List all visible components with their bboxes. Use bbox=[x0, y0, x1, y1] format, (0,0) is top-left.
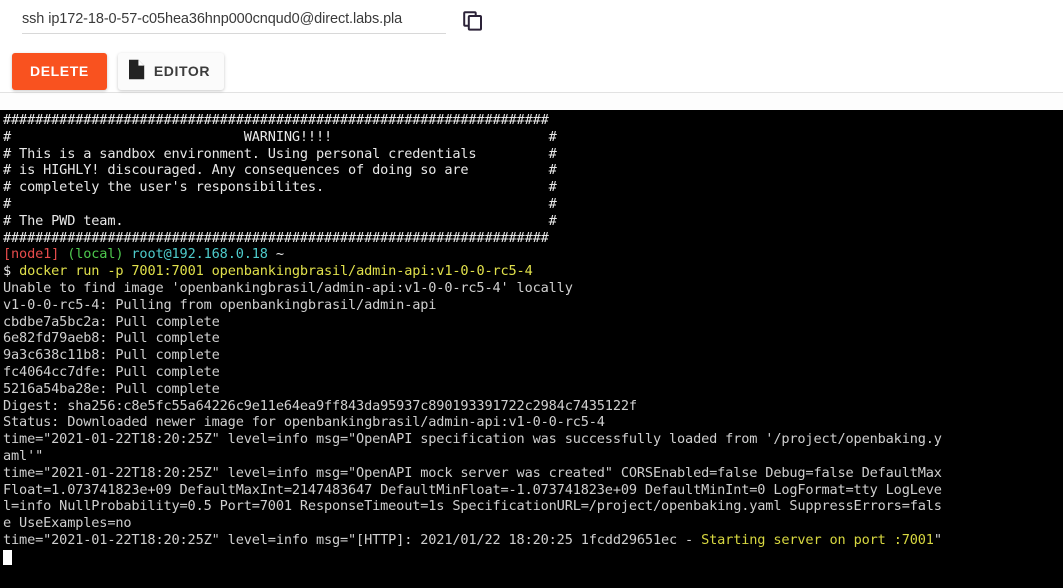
http-log-line: time="2021-01-22T18:20:25Z" level=info m… bbox=[1, 532, 1063, 549]
editor-button[interactable]: EDITOR bbox=[117, 52, 225, 90]
output-line: 5216a54ba28e: Pull complete bbox=[3, 380, 220, 397]
command-space bbox=[11, 263, 19, 279]
banner-line: # # bbox=[3, 195, 557, 212]
shell-prompt-line: [node1] (local) root@192.168.0.18 ~ bbox=[1, 246, 1063, 263]
copy-ssh-button[interactable] bbox=[460, 9, 486, 35]
page-root: DELETE EDITOR ##########################… bbox=[0, 0, 1063, 588]
panel-gap bbox=[0, 93, 1063, 110]
http-log-highlight: Starting server on port :7001 bbox=[701, 531, 934, 548]
prompt-space-3 bbox=[268, 246, 276, 262]
terminal-cursor bbox=[3, 549, 12, 565]
prompt-node: [node1] bbox=[3, 246, 60, 263]
terminal-output[interactable]: ########################################… bbox=[0, 110, 1063, 588]
output-line: Unable to find image 'openbankingbrasil/… bbox=[3, 279, 573, 296]
output-line: 6e82fd79aeb8: Pull complete bbox=[3, 330, 220, 347]
copy-icon bbox=[463, 10, 483, 34]
prompt-user-host: root@192.168.0.18 bbox=[131, 246, 268, 263]
output-line: 9a3c638c11b8: Pull complete bbox=[3, 347, 220, 364]
banner-line: # The PWD team. # bbox=[3, 212, 557, 229]
banner-line: ########################################… bbox=[3, 229, 549, 246]
banner-line: # is HIGHLY! discouraged. Any consequenc… bbox=[3, 162, 557, 179]
control-panel: DELETE EDITOR bbox=[0, 0, 1063, 110]
output-line: l=info NullProbability=0.5 Port=7001 Res… bbox=[3, 498, 942, 515]
ssh-command-row bbox=[0, 0, 1063, 36]
output-line: e UseExamples=no bbox=[3, 515, 132, 532]
output-line: Digest: sha256:c8e5fc55a64226c9e11e64ea9… bbox=[3, 397, 637, 414]
banner-line: # WARNING!!!! # bbox=[3, 128, 557, 145]
banner-line: ########################################… bbox=[3, 112, 549, 128]
prompt-path: ~ bbox=[275, 246, 284, 263]
http-log-prefix: time="2021-01-22T18:20:25Z" level=info m… bbox=[3, 531, 702, 548]
prompt-location: (local) bbox=[67, 246, 124, 263]
output-line: v1-0-0-rc5-4: Pulling from openbankingbr… bbox=[3, 296, 437, 313]
delete-button[interactable]: DELETE bbox=[12, 52, 107, 90]
banner-line: # completely the user's responsibilites.… bbox=[3, 179, 557, 196]
output-line: fc4064cc7dfe: Pull complete bbox=[3, 363, 220, 380]
output-line: cbdbe7a5bc2a: Pull complete bbox=[3, 313, 220, 330]
output-line: time="2021-01-22T18:20:25Z" level=info m… bbox=[3, 464, 942, 481]
terminal-log-block: Unable to find image 'openbankingbrasil/… bbox=[1, 280, 1063, 532]
output-line: time="2021-01-22T18:20:25Z" level=info m… bbox=[3, 431, 942, 448]
ssh-command-input[interactable] bbox=[22, 10, 446, 34]
output-line: Float=1.073741823e+09 DefaultMaxInt=2147… bbox=[3, 481, 942, 498]
prompt-space-1 bbox=[59, 246, 67, 262]
command-line: $ docker run -p 7001:7001 openbankingbra… bbox=[1, 263, 1063, 280]
terminal-banner: ########################################… bbox=[1, 112, 1063, 246]
command-text: docker run -p 7001:7001 openbankingbrasi… bbox=[19, 263, 533, 280]
command-sigil: $ bbox=[3, 263, 12, 280]
editor-button-label: EDITOR bbox=[153, 63, 211, 79]
action-buttons-row: DELETE EDITOR bbox=[0, 36, 1063, 92]
http-log-suffix: " bbox=[933, 531, 942, 548]
output-line: Status: Downloaded newer image for openb… bbox=[3, 414, 605, 431]
document-icon bbox=[128, 59, 145, 83]
banner-line: # This is a sandbox environment. Using p… bbox=[3, 145, 557, 162]
cursor-line bbox=[1, 549, 1063, 566]
output-line: aml'" bbox=[3, 447, 44, 464]
